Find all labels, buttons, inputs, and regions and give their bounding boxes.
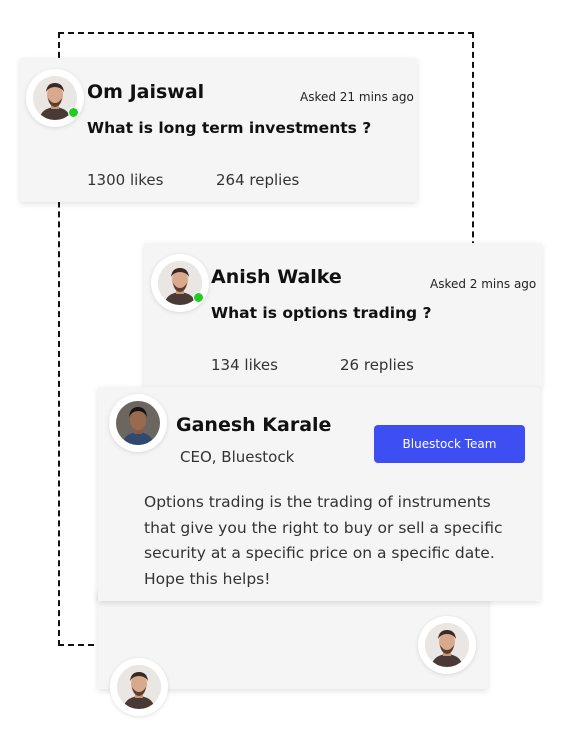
avatar[interactable] xyxy=(425,623,469,667)
likes-count[interactable]: 1300 likes xyxy=(87,171,163,189)
question-text[interactable]: What is options trading ? xyxy=(211,304,432,322)
replies-count[interactable]: 26 replies xyxy=(340,356,414,374)
avatar-ring xyxy=(418,616,476,674)
answer-text: Options trading is the trading of instru… xyxy=(144,493,503,588)
person-icon xyxy=(117,665,161,709)
person-icon xyxy=(425,623,469,667)
answerer-title: CEO, Bluestock xyxy=(180,448,295,466)
likes-count[interactable]: 134 likes xyxy=(211,356,278,374)
asker-name: Anish Walke xyxy=(211,266,342,288)
asker-name: Om Jaiswal xyxy=(87,81,205,103)
online-status-dot xyxy=(193,292,204,303)
answerer-name: Ganesh Karale xyxy=(176,414,332,436)
avatar-ring xyxy=(151,254,209,312)
person-icon xyxy=(116,401,160,445)
bluestock-team-button[interactable]: Bluestock Team xyxy=(374,425,525,463)
online-status-dot xyxy=(68,107,79,118)
asked-time: Asked 21 mins ago xyxy=(300,90,414,104)
avatar[interactable] xyxy=(117,665,161,709)
replies-count[interactable]: 264 replies xyxy=(216,171,299,189)
asked-time: Asked 2 mins ago xyxy=(430,277,537,291)
question-text[interactable]: What is long term investments ? xyxy=(87,119,371,137)
avatar-ring xyxy=(110,658,168,716)
avatar-ring xyxy=(109,394,167,452)
avatar-ring xyxy=(26,69,84,127)
avatar[interactable] xyxy=(116,401,160,445)
